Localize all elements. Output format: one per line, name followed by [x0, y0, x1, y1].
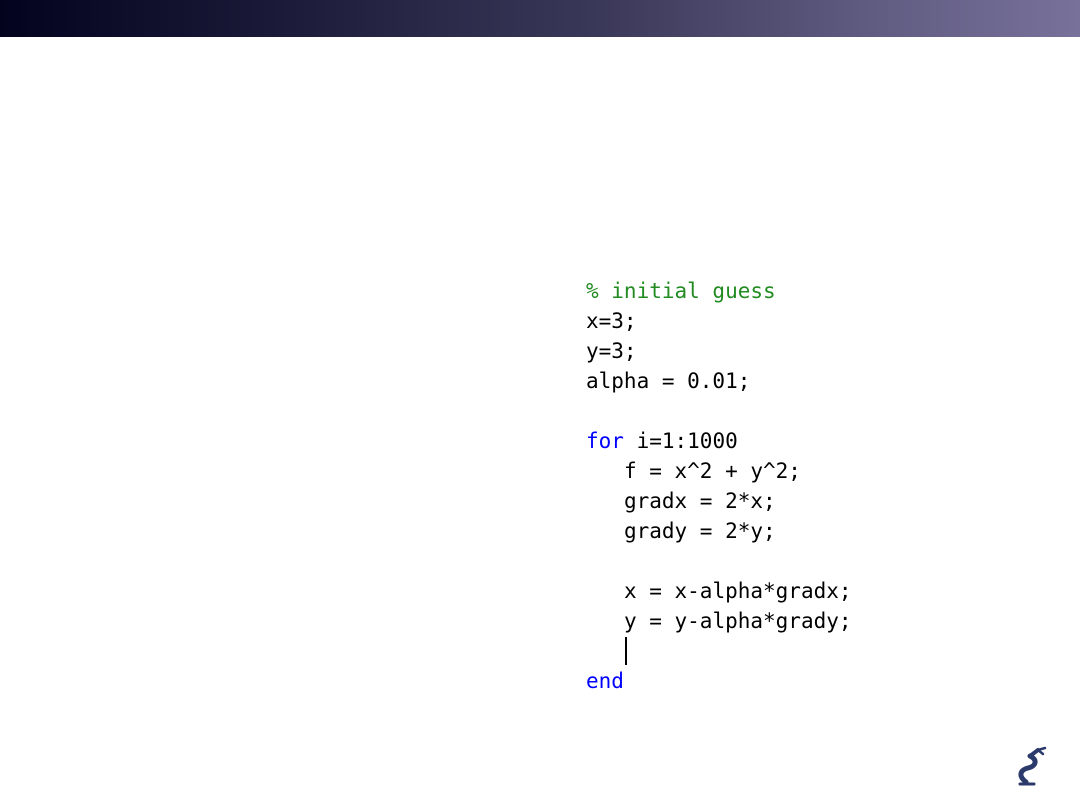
code-line[interactable]: end — [586, 666, 852, 696]
text-caret — [624, 637, 627, 665]
code-line[interactable] — [586, 396, 852, 426]
code-text: y=3; — [586, 339, 637, 363]
code-text: y = y-alpha*grady; — [623, 609, 852, 633]
code-line[interactable]: x = x-alpha*gradx; — [586, 576, 852, 606]
code-line[interactable]: grady = 2*y; — [586, 516, 852, 546]
code-text: grady = 2*y; — [623, 519, 776, 543]
code-keyword: for — [586, 429, 624, 453]
code-line[interactable]: % initial guess — [586, 276, 852, 306]
code-line[interactable]: alpha = 0.01; — [586, 366, 852, 396]
code-text: alpha = 0.01; — [586, 369, 751, 393]
code-comment: % initial guess — [586, 279, 776, 303]
code-line[interactable] — [586, 636, 852, 666]
code-text: gradx = 2*x; — [623, 489, 776, 513]
code-line[interactable]: y = y-alpha*grady; — [586, 606, 852, 636]
code-line[interactable]: for i=1:1000 — [586, 426, 852, 456]
robot-arm-logo-icon — [1018, 746, 1047, 786]
code-line[interactable] — [586, 546, 852, 576]
code-line[interactable]: x=3; — [586, 306, 852, 336]
code-keyword: end — [586, 669, 624, 693]
code-text: i=1:1000 — [623, 429, 738, 453]
code-text: x = x-alpha*gradx; — [623, 579, 852, 603]
code-line[interactable]: f = x^2 + y^2; — [586, 456, 852, 486]
code-text: x=3; — [586, 309, 637, 333]
slide: % initial guess x=3; y=3; alpha = 0.01; for … — [0, 0, 1080, 810]
header-bar — [0, 0, 1080, 37]
code-line[interactable]: y=3; — [586, 336, 852, 366]
code-text: f = x^2 + y^2; — [623, 459, 801, 483]
code-line[interactable]: gradx = 2*x; — [586, 486, 852, 516]
code-editor[interactable]: % initial guess x=3; y=3; alpha = 0.01; for … — [586, 276, 852, 696]
